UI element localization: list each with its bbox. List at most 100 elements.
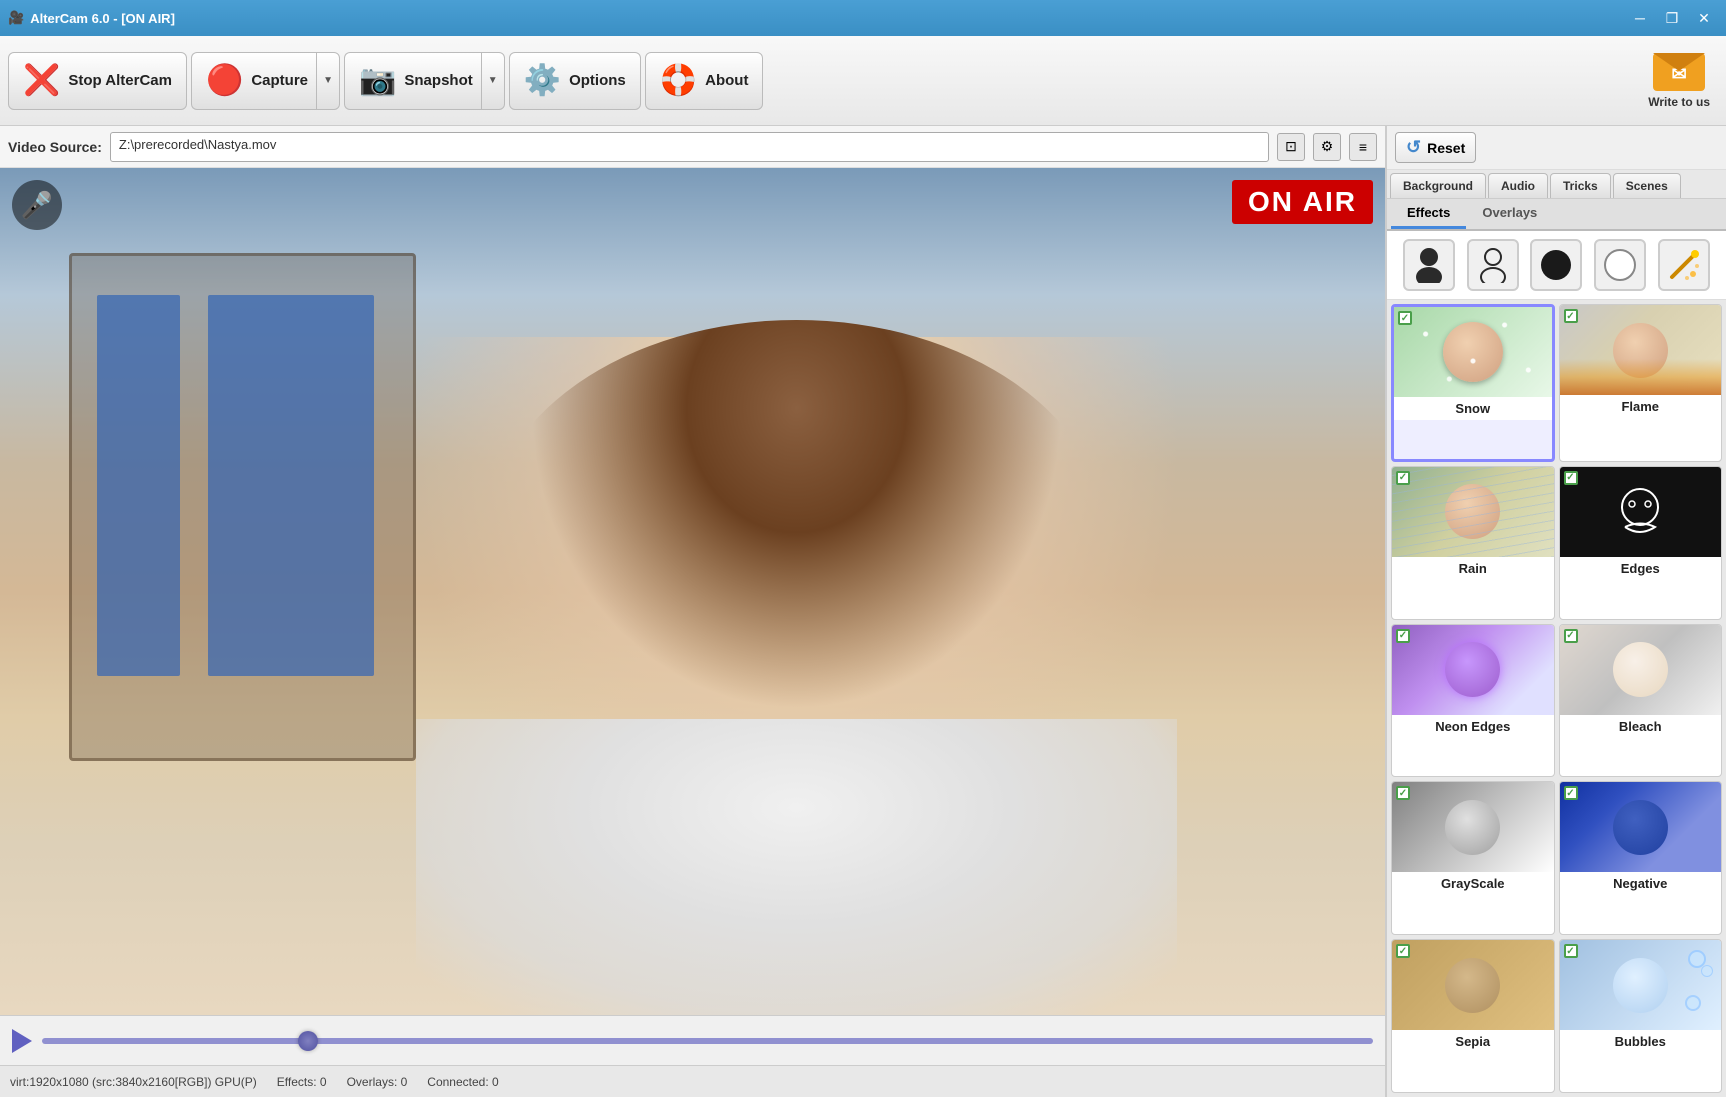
filter-person-outline[interactable]: [1467, 239, 1519, 291]
capture-button[interactable]: 🔴 Capture: [191, 52, 316, 110]
effect-item-bleach[interactable]: Bleach: [1559, 624, 1723, 778]
resolution-status: virt:1920x1080 (src:3840x2160[RGB]) GPU(…: [10, 1075, 257, 1089]
video-panel: Video Source: Z:\prerecorded\Nastya.mov …: [0, 126, 1386, 1097]
effect-thumb-bleach: [1560, 625, 1722, 715]
reset-button[interactable]: ↺ Reset: [1395, 132, 1476, 163]
effect-checkbox-negative[interactable]: [1564, 786, 1578, 800]
icon-filter-row: [1387, 231, 1726, 300]
write-to-us-button[interactable]: ✉ Write to us: [1648, 53, 1710, 109]
effect-item-grayscale[interactable]: GrayScale: [1391, 781, 1555, 935]
options-label: Options: [569, 72, 626, 89]
tab-tricks[interactable]: Tricks: [1550, 173, 1611, 198]
reset-label: Reset: [1427, 140, 1465, 156]
mic-icon: 🎤: [12, 180, 62, 230]
effect-item-sepia[interactable]: Sepia: [1391, 939, 1555, 1093]
right-panel-header: ↺ Reset: [1387, 126, 1726, 170]
effect-checkbox-grayscale[interactable]: [1396, 786, 1410, 800]
effect-checkbox-bleach[interactable]: [1564, 629, 1578, 643]
close-button[interactable]: ✕: [1690, 4, 1718, 32]
effect-item-negative[interactable]: Negative: [1559, 781, 1723, 935]
restore-button[interactable]: ❐: [1658, 4, 1686, 32]
effect-checkbox-sepia[interactable]: [1396, 944, 1410, 958]
stop-icon: ❌: [23, 63, 60, 98]
effect-checkbox-flame[interactable]: [1564, 309, 1578, 323]
sub-tab-overlays[interactable]: Overlays: [1466, 199, 1553, 229]
tab-background[interactable]: Background: [1390, 173, 1486, 198]
effect-item-snow[interactable]: Snow: [1391, 304, 1555, 462]
playback-controls: [0, 1015, 1385, 1065]
effect-label-sepia: Sepia: [1392, 1030, 1554, 1053]
seek-thumb[interactable]: [298, 1031, 318, 1051]
filter-person-dark[interactable]: [1403, 239, 1455, 291]
app-icon: 🎥: [8, 10, 24, 26]
video-background: [0, 168, 1385, 1015]
video-source-bar: Video Source: Z:\prerecorded\Nastya.mov …: [0, 126, 1385, 168]
circle-dark-icon: [1539, 248, 1573, 282]
capture-label: Capture: [251, 72, 308, 89]
connected-status: Connected: 0: [427, 1075, 498, 1089]
source-settings-button[interactable]: ⚙: [1313, 133, 1341, 161]
filter-magic-wand[interactable]: [1658, 239, 1710, 291]
effect-label-grayscale: GrayScale: [1392, 872, 1554, 895]
tab-scenes[interactable]: Scenes: [1613, 173, 1681, 198]
video-area: ON AIR 🎤: [0, 168, 1385, 1015]
effect-item-neon-edges[interactable]: Neon Edges: [1391, 624, 1555, 778]
effect-thumb-rain: [1392, 467, 1554, 557]
options-button[interactable]: ⚙️ Options: [509, 52, 641, 110]
effect-thumb-edges: [1560, 467, 1722, 557]
effect-item-edges[interactable]: Edges: [1559, 466, 1723, 620]
source-menu-button[interactable]: ≡: [1349, 133, 1377, 161]
reset-icon: ↺: [1406, 137, 1421, 158]
effect-label-flame: Flame: [1560, 395, 1722, 418]
person-dark-icon: [1415, 247, 1443, 283]
about-label: About: [705, 72, 748, 89]
effect-checkbox-neon-edges[interactable]: [1396, 629, 1410, 643]
magic-wand-icon: [1667, 248, 1701, 282]
effect-checkbox-edges[interactable]: [1564, 471, 1578, 485]
on-air-badge: ON AIR: [1232, 180, 1373, 224]
effect-item-rain[interactable]: Rain: [1391, 466, 1555, 620]
video-source-path: Z:\prerecorded\Nastya.mov: [110, 132, 1269, 162]
effect-thumb-sepia: [1392, 940, 1554, 1030]
write-to-us-label: Write to us: [1648, 95, 1710, 109]
capture-dropdown-arrow[interactable]: ▼: [316, 52, 340, 110]
seek-bar[interactable]: [42, 1038, 1373, 1044]
sub-tab-effects[interactable]: Effects: [1391, 199, 1466, 229]
effect-checkbox-bubbles[interactable]: [1564, 944, 1578, 958]
minimize-button[interactable]: ─: [1626, 4, 1654, 32]
effect-label-bubbles: Bubbles: [1560, 1030, 1722, 1053]
titlebar: 🎥 AlterCam 6.0 - [ON AIR] ─ ❐ ✕: [0, 0, 1726, 36]
snapshot-icon: 📷: [359, 63, 396, 98]
play-button[interactable]: [12, 1029, 32, 1053]
effect-item-flame[interactable]: Flame: [1559, 304, 1723, 462]
snapshot-button-group: 📷 Snapshot ▼: [344, 52, 505, 110]
snapshot-label: Snapshot: [404, 72, 472, 89]
titlebar-left: 🎥 AlterCam 6.0 - [ON AIR]: [8, 10, 175, 26]
tab-bar: Background Audio Tricks Scenes: [1387, 170, 1726, 199]
snapshot-dropdown-arrow[interactable]: ▼: [481, 52, 505, 110]
titlebar-controls: ─ ❐ ✕: [1626, 4, 1718, 32]
effect-thumb-snow: [1394, 307, 1552, 397]
about-button[interactable]: 🛟 About: [645, 52, 764, 110]
capture-icon: 🔴: [206, 63, 243, 98]
status-bar: virt:1920x1080 (src:3840x2160[RGB]) GPU(…: [0, 1065, 1385, 1097]
effect-thumb-neon-edges: [1392, 625, 1554, 715]
effect-label-negative: Negative: [1560, 872, 1722, 895]
effect-item-bubbles[interactable]: Bubbles: [1559, 939, 1723, 1093]
effect-label-edges: Edges: [1560, 557, 1722, 580]
effect-checkbox-snow[interactable]: [1398, 311, 1412, 325]
stop-altercam-button[interactable]: ❌ Stop AlterCam: [8, 52, 187, 110]
effect-thumb-bubbles: [1560, 940, 1722, 1030]
overlays-status: Overlays: 0: [347, 1075, 408, 1089]
effect-label-rain: Rain: [1392, 557, 1554, 580]
filter-circle-dark[interactable]: [1530, 239, 1582, 291]
effect-label-snow: Snow: [1394, 397, 1552, 420]
envelope-icon: ✉: [1653, 53, 1705, 91]
effect-checkbox-rain[interactable]: [1396, 471, 1410, 485]
sub-tab-bar: Effects Overlays: [1387, 199, 1726, 231]
effects-status: Effects: 0: [277, 1075, 327, 1089]
snapshot-button[interactable]: 📷 Snapshot: [344, 52, 481, 110]
tab-audio[interactable]: Audio: [1488, 173, 1548, 198]
filter-circle-light[interactable]: [1594, 239, 1646, 291]
crop-button[interactable]: ⊡: [1277, 133, 1305, 161]
